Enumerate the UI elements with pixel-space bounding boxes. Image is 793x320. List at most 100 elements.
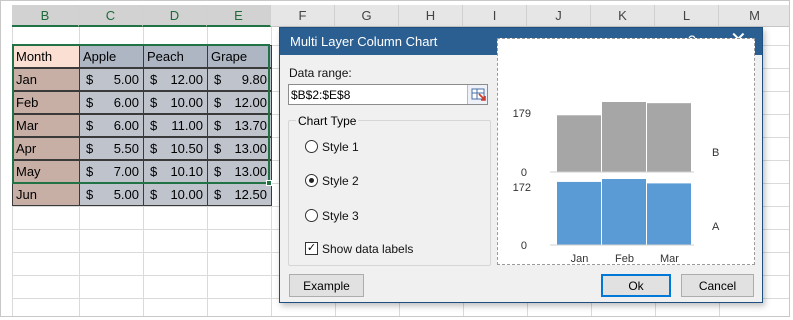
ok-button[interactable]: Ok	[601, 274, 671, 297]
value-text: 5.00	[113, 72, 139, 87]
value-cell-apple[interactable]: $5.50	[79, 137, 144, 160]
value-cell-peach[interactable]: $10.50	[143, 137, 208, 160]
value-cell-grape[interactable]: $13.70	[207, 114, 272, 137]
style-3-radio[interactable]	[305, 209, 318, 222]
value-cell-grape[interactable]: $13.00	[207, 137, 272, 160]
style-1-radio[interactable]	[305, 140, 318, 153]
currency-symbol: $	[214, 72, 222, 87]
value-text: 11.00	[171, 118, 203, 133]
layer-a-bar	[647, 183, 691, 245]
header-label: Month	[16, 49, 53, 64]
value-cell-grape[interactable]: $13.00	[207, 160, 272, 183]
value-text: 9.80	[241, 72, 267, 87]
column-header-l[interactable]: L	[655, 5, 719, 27]
style-2-radio[interactable]	[305, 174, 318, 187]
column-header-j[interactable]: J	[527, 5, 591, 27]
column-header-h[interactable]: H	[399, 5, 463, 27]
month-label: Jan	[16, 72, 37, 87]
chart-type-label: Chart Type	[296, 114, 359, 128]
header-cell-month[interactable]: Month	[12, 45, 80, 68]
currency-symbol: $	[150, 141, 158, 156]
month-label: Mar	[16, 118, 39, 133]
range-select-button[interactable]	[467, 85, 487, 104]
column-header-d[interactable]: D	[143, 5, 207, 27]
value-text: 6.00	[113, 118, 139, 133]
column-header-i[interactable]: I	[463, 5, 527, 27]
fill-handle[interactable]	[266, 180, 272, 186]
month-cell[interactable]: Jun	[12, 183, 80, 206]
layer-b-bar	[602, 102, 646, 172]
month-label: Feb	[16, 95, 39, 110]
value-cell-peach[interactable]: $12.00	[143, 68, 208, 91]
month-label: May	[16, 164, 41, 179]
currency-symbol: $	[214, 164, 222, 179]
header-cell-peach[interactable]: Peach	[143, 45, 208, 68]
value-cell-apple[interactable]: $5.00	[79, 68, 144, 91]
column-header-g[interactable]: G	[335, 5, 399, 27]
cancel-button[interactable]: Cancel	[681, 274, 754, 297]
column-header-e[interactable]: E	[207, 5, 271, 27]
layer-max-label: 172	[513, 182, 531, 194]
value-cell-apple[interactable]: $6.00	[79, 114, 144, 137]
month-cell[interactable]: May	[12, 160, 80, 183]
value-cell-grape[interactable]: $12.50	[207, 183, 272, 206]
dialog-title: Multi Layer Column Chart	[290, 34, 438, 49]
header-cell-apple[interactable]: Apple	[79, 45, 144, 68]
month-cell[interactable]: Jan	[12, 68, 80, 91]
layer-a-bar	[602, 179, 646, 245]
value-cell-peach[interactable]: $10.00	[143, 91, 208, 114]
column-header-b[interactable]: B	[12, 5, 79, 27]
range-select-icon	[471, 88, 486, 101]
currency-symbol: $	[150, 72, 158, 87]
value-text: 12.50	[234, 187, 267, 202]
currency-symbol: $	[214, 141, 222, 156]
style-1-label: Style 1	[322, 140, 359, 154]
currency-symbol: $	[86, 164, 94, 179]
value-cell-peach[interactable]: $10.00	[143, 183, 208, 206]
month-label: Jun	[16, 187, 37, 202]
style-2-label: Style 2	[322, 174, 359, 188]
currency-symbol: $	[86, 95, 94, 110]
value-cell-apple[interactable]: $6.00	[79, 91, 144, 114]
value-cell-peach[interactable]: $10.10	[143, 160, 208, 183]
currency-symbol: $	[86, 187, 94, 202]
currency-symbol: $	[86, 72, 94, 87]
value-text: 10.00	[170, 187, 203, 202]
layer-b-bar	[647, 103, 691, 172]
data-range-input[interactable]: $B$2:$E$8	[288, 84, 488, 105]
month-label: Apr	[16, 141, 37, 156]
layer-max-label: 179	[513, 108, 531, 120]
show-data-labels-checkbox[interactable]: ✓	[305, 242, 318, 255]
currency-symbol: $	[86, 141, 94, 156]
currency-symbol: $	[150, 95, 158, 110]
column-header-c[interactable]: C	[79, 5, 143, 27]
value-text: 13.00	[234, 164, 267, 179]
value-cell-peach[interactable]: $11.00	[143, 114, 208, 137]
chart-preview: 179 0 B 172 0 A Jan Feb Mar	[497, 38, 755, 265]
value-text: 13.70	[234, 118, 267, 133]
value-cell-apple[interactable]: $5.00	[79, 183, 144, 206]
value-cell-grape[interactable]: $12.00	[207, 91, 272, 114]
header-label: Peach	[147, 49, 184, 64]
month-cell[interactable]: Mar	[12, 114, 80, 137]
month-cell[interactable]: Apr	[12, 137, 80, 160]
column-header-m[interactable]: M	[719, 5, 789, 27]
value-text: 10.00	[170, 95, 203, 110]
value-text: 5.50	[113, 141, 139, 156]
preview-chart: 179 0 B 172 0 A Jan Feb Mar	[513, 102, 720, 265]
value-cell-grape[interactable]: $9.80	[207, 68, 272, 91]
value-cell-apple[interactable]: $7.00	[79, 160, 144, 183]
example-button[interactable]: Example	[289, 274, 364, 297]
value-text: 12.00	[234, 95, 267, 110]
value-text: 6.00	[113, 95, 139, 110]
currency-symbol: $	[150, 118, 158, 133]
x-tick-label: Feb	[615, 253, 634, 265]
x-tick-label: Mar	[660, 253, 679, 265]
value-text: 5.00	[113, 187, 139, 202]
column-header-k[interactable]: K	[591, 5, 655, 27]
header-cell-grape[interactable]: Grape	[207, 45, 272, 68]
currency-symbol: $	[214, 187, 222, 202]
layer-a-bar	[557, 181, 601, 245]
month-cell[interactable]: Feb	[12, 91, 80, 114]
column-header-f[interactable]: F	[271, 5, 335, 27]
